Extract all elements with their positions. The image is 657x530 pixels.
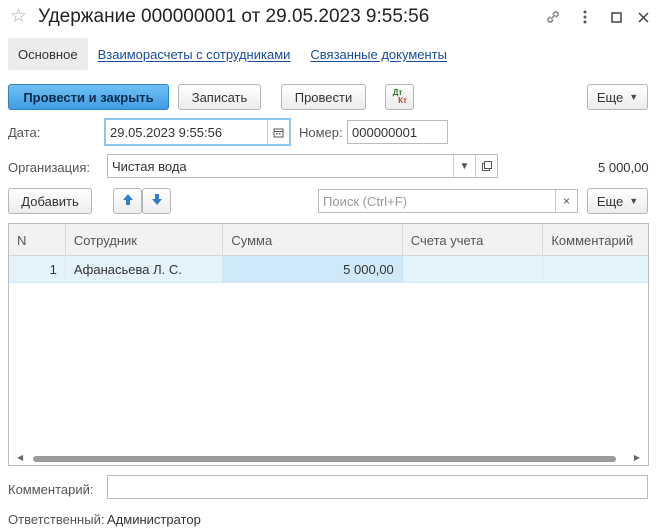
link-icon[interactable] [544, 8, 562, 26]
date-value: 29.05.2023 9:55:56 [110, 124, 223, 140]
close-icon[interactable] [634, 8, 652, 26]
table-more-label: Еще [596, 193, 624, 209]
row-amount[interactable]: 5 000,00 [223, 256, 403, 282]
title-bar: ☆ Удержание 000000001 от 29.05.2023 9:55… [0, 0, 657, 36]
row-number[interactable]: 1 [9, 256, 66, 282]
kt-label: Кт [398, 96, 407, 105]
table-more-button[interactable]: Еще ▼ [587, 188, 648, 214]
row-accounts[interactable] [403, 256, 544, 282]
tab-settlements[interactable]: Взаиморасчеты с сотрудниками [88, 38, 301, 70]
more-vertical-icon[interactable] [576, 8, 594, 26]
search-placeholder: Поиск (Ctrl+F) [323, 193, 408, 209]
scroll-right-icon[interactable]: ▶ [634, 453, 640, 462]
move-down-button[interactable] [142, 188, 171, 214]
date-label: Дата: [8, 125, 41, 140]
table-header: N Сотрудник Сумма Счета учета Комментари… [9, 224, 648, 256]
table-row[interactable]: 1 Афанасьева Л. С. 5 000,00 [9, 256, 648, 283]
organization-label: Организация: [8, 160, 91, 175]
search-input[interactable]: Поиск (Ctrl+F) × [318, 189, 578, 213]
dt-kt-button[interactable]: Дт Кт [385, 84, 414, 110]
deductions-table[interactable]: N Сотрудник Сумма Счета учета Комментари… [8, 223, 649, 466]
calendar-icon[interactable] [267, 120, 289, 144]
chevron-down-icon: ▼ [629, 196, 639, 206]
more-button[interactable]: Еще ▼ [587, 84, 648, 110]
responsible-label: Ответственный: [8, 512, 105, 527]
number-label: Номер: [299, 125, 343, 140]
more-label: Еще [596, 89, 624, 105]
arrow-down-icon [151, 193, 163, 209]
number-field[interactable]: 000000001 [347, 120, 448, 144]
arrow-up-icon [122, 193, 134, 209]
scrollbar-thumb[interactable] [33, 456, 616, 462]
comment-label: Комментарий: [8, 482, 94, 497]
organization-field[interactable]: Чистая вода ▼ [107, 154, 498, 178]
form-tabs: Основное Взаиморасчеты с сотрудниками Св… [8, 38, 457, 70]
column-header-n[interactable]: N [9, 224, 66, 256]
tab-main[interactable]: Основное [8, 38, 88, 70]
star-icon[interactable]: ☆ [10, 7, 27, 27]
save-button[interactable]: Записать [178, 84, 261, 110]
row-comment[interactable] [543, 256, 648, 282]
number-value: 000000001 [352, 124, 418, 140]
window-title: Удержание 000000001 от 29.05.2023 9:55:5… [38, 6, 430, 27]
tab-related-documents[interactable]: Связанные документы [300, 38, 457, 70]
add-button[interactable]: Добавить [8, 188, 92, 214]
chevron-down-icon: ▼ [629, 92, 639, 102]
column-header-amount[interactable]: Сумма [223, 224, 403, 256]
scroll-left-icon[interactable]: ◀ [17, 453, 23, 462]
clear-search-icon[interactable]: × [555, 190, 577, 212]
move-up-button[interactable] [113, 188, 142, 214]
open-icon[interactable] [475, 155, 497, 177]
horizontal-scrollbar[interactable]: ◀ ▶ [9, 451, 648, 465]
post-button[interactable]: Провести [281, 84, 366, 110]
date-field[interactable]: 29.05.2023 9:55:56 [104, 118, 291, 146]
responsible-value[interactable]: Администратор [107, 512, 201, 527]
maximize-icon[interactable] [607, 8, 625, 26]
row-employee[interactable]: Афанасьева Л. С. [66, 256, 224, 282]
organization-value: Чистая вода [112, 158, 187, 174]
comment-field[interactable] [107, 475, 648, 499]
column-header-accounts[interactable]: Счета учета [403, 224, 544, 256]
post-and-close-button[interactable]: Провести и закрыть [8, 84, 169, 110]
column-header-employee[interactable]: Сотрудник [66, 224, 224, 256]
column-header-comment[interactable]: Комментарий [543, 224, 648, 256]
dropdown-icon[interactable]: ▼ [453, 155, 475, 177]
total-amount: 5 000,00 [598, 160, 649, 175]
